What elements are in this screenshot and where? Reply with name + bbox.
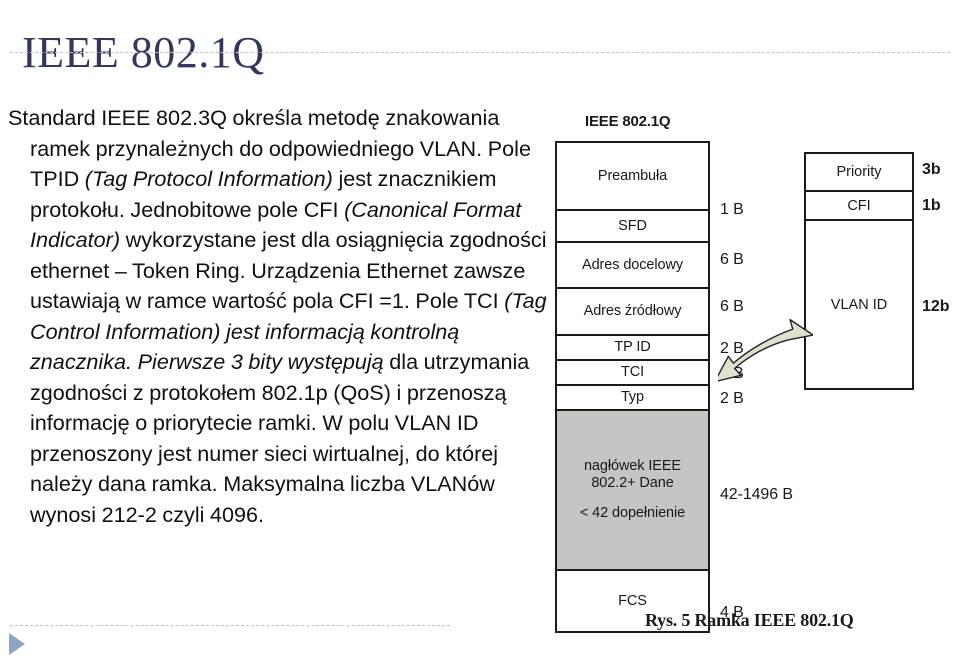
figure-heading: IEEE 802.1Q (585, 113, 671, 130)
next-slide-triangle-icon[interactable] (9, 633, 25, 655)
size-label: 6 B (720, 251, 744, 268)
frame-row: Adres źródłowy (557, 289, 708, 336)
frame-row-label: Adres docelowy (582, 256, 683, 273)
frame-row-data: nagłówek IEEE 802.2+ Dane < 42 dopełnien… (557, 411, 708, 571)
tci-size-label: 12b (922, 298, 950, 315)
frame-row-label: TCI (620, 364, 645, 380)
frame-row: TP ID (557, 336, 708, 361)
frame-row-label: TP ID (614, 339, 651, 355)
tci-row-label: VLAN ID (830, 296, 888, 313)
frame-row: Preambuła (557, 143, 708, 211)
frame-row: TCI (557, 361, 708, 386)
frame-row-label-line2: 802.2+ Dane (591, 475, 674, 491)
frame-diagram: IEEE 802.1Q Preambuła SFD Adres docelowy… (550, 105, 960, 650)
tci-size-label: 3b (922, 161, 941, 178)
tci-row: VLAN ID (806, 221, 912, 388)
frame-row-label: Preambuła (597, 167, 668, 184)
frame-row: Typ (557, 386, 708, 411)
frame-row-label: SFD (618, 217, 647, 234)
frame-row-label: Typ (620, 389, 645, 405)
figure-caption: Rys. 5 Ramka IEEE 802.1Q (645, 610, 854, 630)
size-label: 2 B (720, 340, 744, 357)
frame-row: SFD (557, 211, 708, 243)
body-paragraph: Standard IEEE 802.3Q określa metodę znak… (8, 105, 547, 527)
size-label-data: 42-1496 B (720, 486, 793, 503)
tci-row-label: Priority (836, 164, 882, 180)
frame-row-label: FCS (618, 592, 647, 609)
size-label: 2 B (720, 390, 744, 407)
frame-row-label: Adres źródłowy (583, 303, 682, 319)
frame-row-label-line1: nagłówek IEEE (583, 458, 682, 474)
footer-divider (10, 625, 450, 626)
tci-row-label: CFI (847, 197, 871, 214)
tci-row: Priority (806, 154, 912, 192)
frame-row: Adres docelowy (557, 243, 708, 289)
tci-size-label: 1b (922, 197, 941, 214)
title-divider (10, 52, 950, 53)
ethernet-frame-column: Preambuła SFD Adres docelowy Adres źródł… (555, 141, 710, 633)
size-label: 1 B (720, 201, 744, 218)
tci-row: CFI (806, 192, 912, 221)
size-label: 2 B (720, 365, 744, 382)
frame-row-label-line3: < 42 dopełnienie (579, 505, 686, 521)
size-label: 6 B (720, 298, 744, 315)
tci-detail-column: Priority CFI VLAN ID (804, 152, 914, 390)
